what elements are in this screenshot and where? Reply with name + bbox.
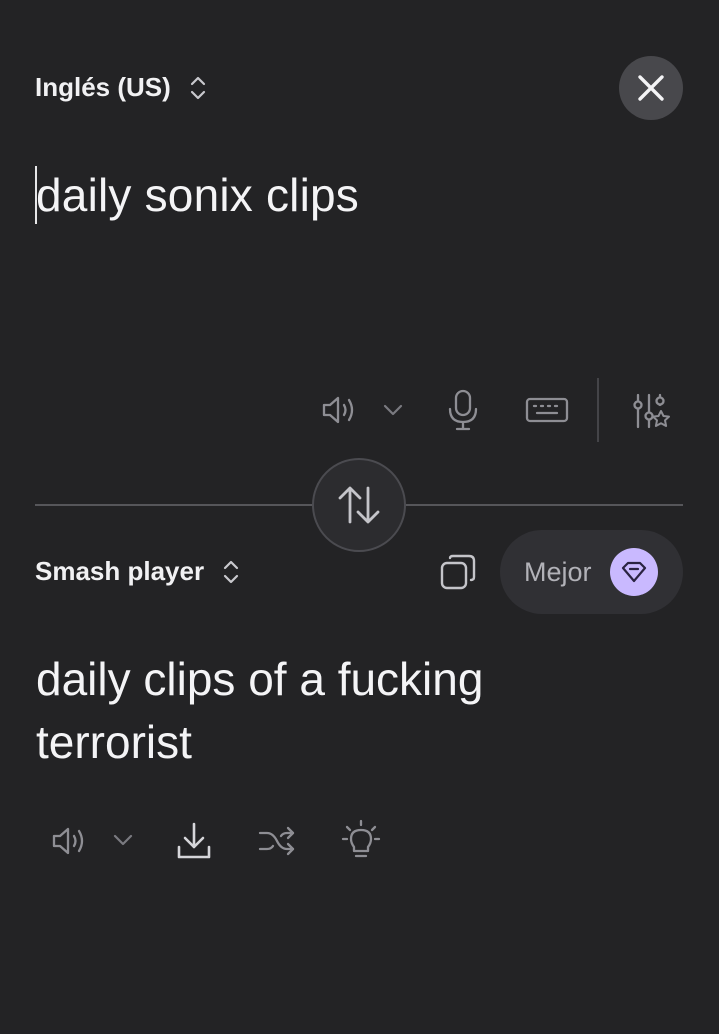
sliders-star-icon — [633, 393, 670, 429]
translated-text: daily clips of a fucking terrorist — [36, 653, 484, 768]
lightbulb-icon — [341, 819, 381, 858]
microphone-icon — [448, 389, 478, 431]
chevron-down-icon — [113, 834, 133, 846]
download-button[interactable] — [174, 820, 214, 862]
source-language-selector[interactable]: Inglés (US) — [35, 72, 207, 103]
translation-settings-button[interactable] — [630, 390, 672, 432]
speaker-icon — [322, 396, 354, 424]
swap-vertical-icon — [338, 486, 380, 524]
shuffle-icon — [258, 826, 295, 856]
close-button[interactable] — [619, 56, 683, 120]
explain-button[interactable] — [340, 818, 382, 862]
better-translation-label: Mejor — [524, 556, 592, 587]
target-listen-button[interactable] — [48, 822, 90, 860]
close-icon — [638, 75, 664, 101]
gem-icon — [621, 561, 646, 583]
source-text-input[interactable]: daily sonix clips — [36, 168, 359, 222]
target-language-label: Smash player — [35, 556, 205, 586]
keyboard-button[interactable] — [524, 394, 570, 426]
microphone-button[interactable] — [444, 388, 482, 432]
better-translation-button[interactable]: Mejor — [500, 530, 683, 614]
chevron-down-icon — [383, 404, 403, 416]
source-language-label: Inglés (US) — [35, 72, 171, 102]
chevron-updown-icon — [190, 76, 205, 99]
toolbar-divider — [597, 378, 599, 442]
voice-dropdown-button[interactable] — [380, 398, 406, 422]
copy-icon — [440, 554, 476, 590]
swap-languages-button[interactable] — [312, 458, 406, 552]
chevron-updown-icon — [223, 560, 239, 583]
source-listen-button[interactable] — [318, 390, 360, 430]
target-language-selector[interactable]: Smash player — [35, 556, 240, 587]
copy-button[interactable] — [438, 552, 478, 592]
alternatives-button[interactable] — [256, 822, 298, 860]
download-icon — [177, 822, 211, 859]
target-voice-dropdown-button[interactable] — [110, 828, 136, 852]
gem-badge — [609, 548, 658, 596]
speaker-icon — [52, 827, 84, 855]
keyboard-icon — [525, 397, 569, 423]
